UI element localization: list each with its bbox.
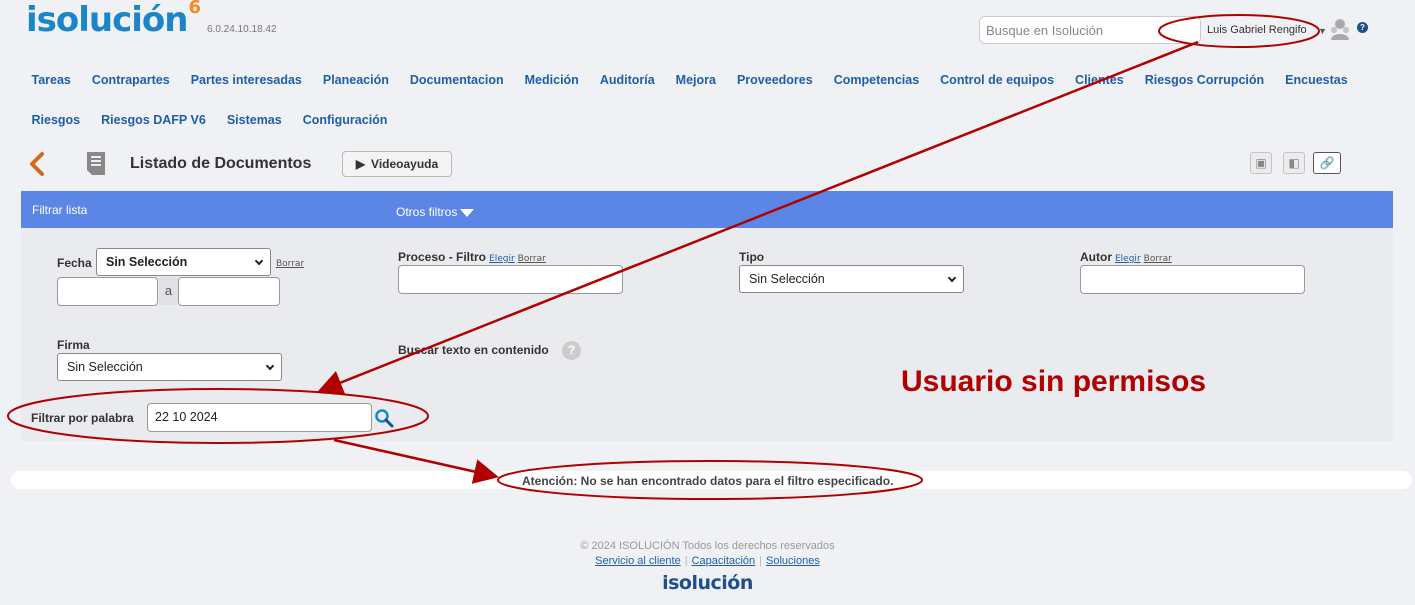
other-filters-toggle[interactable]: Otros filtros	[396, 205, 475, 219]
nav-item[interactable]: Documentacion	[399, 73, 514, 87]
isolucion-logo[interactable]: isolución6	[26, 0, 201, 40]
user-avatar-icon[interactable]	[1328, 17, 1352, 41]
app-header: isolución6 6.0.24.10.18.42 Busque en Iso…	[0, 0, 1415, 135]
page-toolbar: Listado de Documentos ▶ Videoayuda ▣ ◧ 🔗	[0, 145, 1415, 185]
nav-item[interactable]: Riesgos	[21, 113, 91, 127]
date-range-separator: a	[159, 277, 178, 305]
version-label: 6.0.24.10.18.42	[207, 24, 277, 35]
nav-item[interactable]: Riesgos DAFP V6	[91, 113, 217, 127]
autor-label: Autor Elegir Borrar	[1080, 250, 1172, 264]
footer-logo: isolución	[662, 572, 753, 594]
document-icon	[87, 152, 105, 175]
nav-item[interactable]: Medición	[514, 73, 589, 87]
caret-down-icon	[460, 208, 475, 217]
global-search-input[interactable]: Busque en Isolución	[979, 16, 1201, 44]
firma-label: Firma	[57, 338, 90, 352]
nav-item[interactable]: Contrapartes	[81, 73, 180, 87]
user-menu-caret-icon[interactable]: ▼	[1318, 26, 1327, 36]
tipo-select[interactable]: Sin Selección	[739, 265, 964, 293]
autor-elegir-link[interactable]: Elegir	[1115, 254, 1141, 264]
nav-item[interactable]: Clientes	[1065, 73, 1135, 87]
footer-links: Servicio al cliente | Capacitación | Solucio…	[595, 555, 820, 567]
footer-copyright: © 2024 ISOLUCIÓN Todos los derechos rese…	[580, 540, 835, 552]
fecha-label: Fecha	[57, 256, 92, 270]
help-icon[interactable]: ?	[1357, 22, 1368, 33]
videoayuda-button[interactable]: ▶ Videoayuda	[342, 151, 452, 177]
search-icon[interactable]	[374, 408, 394, 428]
filter-bar: Filtrar lista Otros filtros	[21, 191, 1393, 228]
nav-item[interactable]: Configuración	[292, 113, 398, 127]
back-arrow-icon[interactable]	[28, 152, 46, 176]
nav-item[interactable]: Tareas	[21, 73, 81, 87]
proceso-input[interactable]	[398, 265, 623, 294]
main-navigation: Tareas Contrapartes Partes interesadas Plan…	[21, 60, 1351, 140]
filtrar-palabra-input[interactable]: 22 10 2024	[147, 403, 372, 432]
nav-item[interactable]: Riesgos Corrupción	[1134, 73, 1274, 87]
user-name[interactable]: Luis Gabriel Rengifo	[1207, 24, 1307, 36]
nav-row-1: Tareas Contrapartes Partes interesadas Plan…	[21, 60, 1351, 100]
nav-item[interactable]: Encuestas	[1275, 73, 1359, 87]
footer-link-servicio[interactable]: Servicio al cliente	[595, 555, 681, 567]
page-title: Listado de Documentos	[130, 155, 312, 172]
nav-item[interactable]: Sistemas	[216, 113, 292, 127]
fecha-borrar-link[interactable]: Borrar	[276, 259, 304, 269]
nav-item[interactable]: Proveedores	[726, 73, 823, 87]
filtrar-palabra-label: Filtrar por palabra	[31, 411, 134, 425]
nav-item[interactable]: Competencias	[823, 73, 929, 87]
fecha-from-input[interactable]	[57, 277, 158, 306]
nav-item[interactable]: Control de equipos	[930, 73, 1065, 87]
fecha-to-input[interactable]	[178, 277, 280, 306]
no-results-message: Atención: No se han encontrado datos par…	[522, 474, 894, 488]
help-question-icon[interactable]: ?	[562, 341, 581, 360]
proceso-borrar-link[interactable]: Borrar	[518, 254, 546, 264]
link-icon[interactable]: 🔗	[1313, 152, 1341, 174]
videoayuda-label: Videoayuda	[371, 157, 439, 171]
filter-list-label[interactable]: Filtrar lista	[32, 203, 87, 217]
autor-borrar-link[interactable]: Borrar	[1144, 254, 1172, 264]
footer-link-soluciones[interactable]: Soluciones	[766, 555, 820, 567]
tipo-label: Tipo	[739, 250, 765, 264]
footer-link-capacitacion[interactable]: Capacitación	[692, 555, 756, 567]
fecha-select[interactable]: Sin Selección	[96, 248, 271, 276]
nav-item[interactable]: Partes interesadas	[180, 73, 312, 87]
proceso-elegir-link[interactable]: Elegir	[489, 254, 515, 264]
play-icon: ▶	[355, 157, 366, 171]
presentation-icon[interactable]: ▣	[1250, 152, 1272, 174]
nav-item[interactable]: Auditoría	[589, 73, 665, 87]
nav-item[interactable]: Planeación	[312, 73, 399, 87]
nav-item[interactable]: Mejora	[665, 73, 726, 87]
filter-panel: Fecha Sin Selección Borrar a Proceso - F…	[21, 228, 1393, 441]
nav-row-2: Riesgos Riesgos DAFP V6 Sistemas Configurac…	[21, 100, 1351, 140]
firma-select[interactable]: Sin Selección	[57, 353, 282, 381]
proceso-label: Proceso - Filtro Elegir Borrar	[398, 250, 546, 264]
buscar-texto-label: Buscar texto en contenido	[398, 343, 549, 357]
autor-input[interactable]	[1080, 265, 1305, 294]
export-icon[interactable]: ◧	[1283, 152, 1305, 174]
annotation-text: Usuario sin permisos	[901, 365, 1207, 398]
